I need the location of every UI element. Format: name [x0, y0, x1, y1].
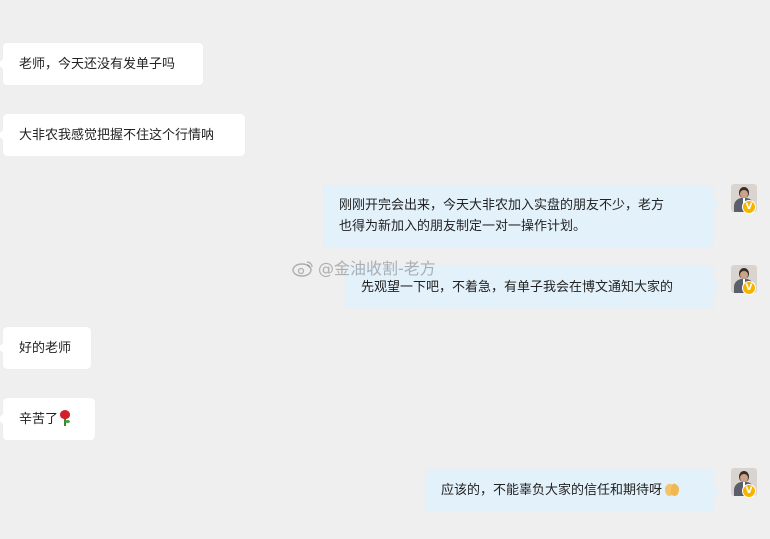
message-text: 应该的，不能辜负大家的信任和期待呀 [441, 483, 663, 498]
weibo-logo-icon [292, 261, 313, 277]
chat-area[interactable]: 老师，今天还没有发单子吗 大非农我感觉把握不住这个行情呐 刚刚开完会出来，今天大… [0, 0, 770, 539]
message-text: 老师，今天还没有发单子吗 [19, 57, 176, 72]
verified-badge-icon: V [742, 484, 756, 498]
message-bubble[interactable]: 老师，今天还没有发单子吗 [0, 43, 203, 85]
message-text: 好的老师 [19, 341, 72, 356]
message-bubble[interactable]: 大非农我感觉把握不住这个行情呐 [0, 114, 245, 156]
message-text: 辛苦了 [19, 412, 59, 427]
praying-hands-icon [663, 482, 681, 497]
message-bubble[interactable]: 刚刚开完会出来，今天大非农加入实盘的朋友不少，老方 也得为新加入的朋友制定一对一… [323, 185, 719, 247]
verified-badge-icon: V [742, 200, 756, 214]
message-bubble[interactable]: 应该的，不能辜负大家的信任和期待呀 [425, 469, 719, 511]
message-bubble[interactable]: 好的老师 [0, 327, 91, 369]
message-bubble[interactable]: 辛苦了 [0, 398, 95, 440]
watermark: @金油收割-老方 [292, 258, 436, 280]
message-text: 先观望一下吧，不着急，有单子我会在博文通知大家的 [361, 280, 674, 295]
message-text: 大非农我感觉把握不住这个行情呐 [19, 128, 215, 143]
verified-badge-icon: V [742, 281, 756, 295]
rose-icon [59, 410, 71, 426]
message-text-line: 也得为新加入的朋友制定一对一操作计划。 [339, 219, 587, 234]
watermark-text: @金油收割-老方 [318, 259, 436, 278]
message-text-line: 刚刚开完会出来，今天大非农加入实盘的朋友不少，老方 [339, 198, 665, 213]
